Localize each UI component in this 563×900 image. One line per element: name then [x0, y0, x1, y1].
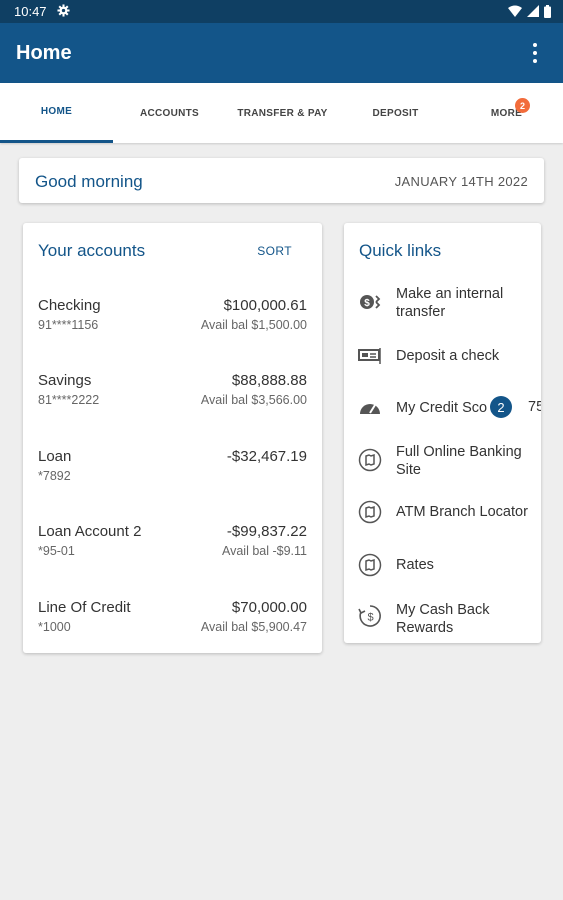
quick-link-rates[interactable]: Rates — [344, 550, 541, 580]
account-name: Loan — [38, 448, 72, 465]
tab-accounts[interactable]: ACCOUNTS — [113, 83, 226, 143]
map-icon — [358, 500, 382, 524]
quick-link-label: ATM Branch Locator — [396, 504, 528, 520]
account-row-line-of-credit[interactable]: Line Of Credit *1000 $70,000.00 Avail ba… — [23, 599, 322, 659]
check-deposit-icon — [358, 348, 381, 364]
notification-badge: 2 — [515, 98, 530, 113]
signal-icon — [527, 5, 539, 17]
greeting-text: Good morning — [35, 172, 143, 191]
quick-links-card: Quick links $ Make an internal transfer … — [344, 223, 541, 643]
account-balance: -$99,837.22 — [226, 523, 307, 540]
svg-text:$: $ — [364, 298, 370, 309]
cash-back-icon: $ — [358, 605, 381, 627]
page-title: Home — [16, 42, 72, 64]
quick-link-label: Deposit a check — [396, 348, 500, 364]
quick-link-label: Full Online Banking — [396, 444, 522, 460]
overflow-menu-icon[interactable] — [525, 41, 545, 65]
account-name: Checking — [38, 297, 101, 314]
quick-link-label: Make an internal — [396, 286, 504, 302]
quick-link-label: Rates — [396, 557, 434, 573]
quick-link-label: Rewards — [396, 620, 454, 636]
status-bar: 10:47 — [0, 0, 563, 23]
accounts-title: Your accounts — [38, 241, 146, 260]
quick-link-label: Site — [396, 462, 421, 478]
quick-link-full-online-banking[interactable]: Full Online Banking Site — [344, 441, 541, 481]
quick-link-credit-score[interactable]: My Credit Sco 2 75 — [344, 393, 541, 423]
quick-link-label: transfer — [396, 304, 446, 320]
account-row-savings[interactable]: Savings 81****2222 $88,888.88 Avail bal … — [23, 372, 322, 432]
svg-text:$: $ — [367, 612, 373, 624]
account-number: *1000 — [38, 620, 71, 634]
account-available-balance: Avail bal $5,900.47 — [200, 620, 307, 634]
tab-label: ACCOUNTS — [139, 107, 200, 119]
gauge-icon — [360, 404, 380, 414]
account-available-balance: Avail bal $3,566.00 — [200, 393, 307, 407]
status-time: 10:47 — [14, 4, 47, 19]
tab-deposit[interactable]: DEPOSIT — [339, 83, 452, 143]
account-balance: $100,000.61 — [223, 297, 307, 314]
map-icon — [358, 448, 382, 472]
credit-score-badge: 2 — [490, 396, 512, 418]
gear-icon — [57, 4, 70, 17]
sort-button[interactable]: SORT — [257, 244, 292, 258]
account-number: *95-01 — [38, 544, 75, 558]
account-available-balance: Avail bal -$9.11 — [221, 544, 307, 558]
quick-link-cash-back-rewards[interactable]: $ My Cash Back Rewards — [344, 599, 541, 639]
account-name: Loan Account 2 — [38, 523, 142, 540]
map-icon — [358, 553, 382, 577]
account-available-balance: Avail bal $1,500.00 — [200, 318, 307, 332]
account-balance: -$32,467.19 — [226, 448, 307, 465]
quick-link-label: My Cash Back — [396, 602, 490, 618]
account-number: 91****1156 — [38, 318, 99, 332]
tab-home[interactable]: HOME — [0, 83, 113, 143]
tab-label: DEPOSIT — [372, 107, 419, 119]
account-number: *7892 — [38, 469, 71, 483]
account-name: Savings — [38, 372, 92, 389]
battery-icon — [544, 4, 551, 18]
tab-label: TRANSFER & PAY — [237, 107, 328, 119]
quick-link-internal-transfer[interactable]: $ Make an internal transfer — [344, 283, 541, 323]
account-balance: $70,000.00 — [231, 599, 307, 616]
account-name: Line Of Credit — [38, 599, 131, 616]
tab-transfer-pay[interactable]: TRANSFER & PAY — [226, 83, 339, 143]
account-row-checking[interactable]: Checking 91****1156 $100,000.61 Avail ba… — [23, 297, 322, 357]
quick-link-label: My Credit Sco — [396, 400, 488, 416]
tab-more[interactable]: MORE — [450, 83, 563, 143]
account-row-loan-account-2[interactable]: Loan Account 2 *95-01 -$99,837.22 Avail … — [23, 523, 322, 583]
account-row-loan[interactable]: Loan *7892 -$32,467.19 — [23, 448, 322, 508]
quick-link-deposit-check[interactable]: Deposit a check — [344, 341, 541, 371]
account-number: 81****2222 — [38, 393, 100, 407]
quick-links-title: Quick links — [359, 241, 442, 260]
accounts-card: Your accounts SORT Checking 91****1156 $… — [23, 223, 322, 653]
wifi-icon — [508, 5, 522, 17]
quick-link-atm-branch-locator[interactable]: ATM Branch Locator — [344, 497, 541, 527]
tab-label: HOME — [40, 106, 73, 117]
account-balance: $88,888.88 — [231, 372, 307, 389]
app-bar: Home — [0, 23, 563, 83]
credit-score-value: 75 — [528, 399, 541, 415]
greeting-date: JANUARY 14TH 2022 — [394, 174, 528, 189]
greeting-card: Good morning JANUARY 14TH 2022 — [19, 158, 544, 203]
transfer-icon: $ — [360, 295, 381, 309]
tab-bar: HOME ACCOUNTS TRANSFER & PAY DEPOSIT MOR… — [0, 83, 563, 143]
